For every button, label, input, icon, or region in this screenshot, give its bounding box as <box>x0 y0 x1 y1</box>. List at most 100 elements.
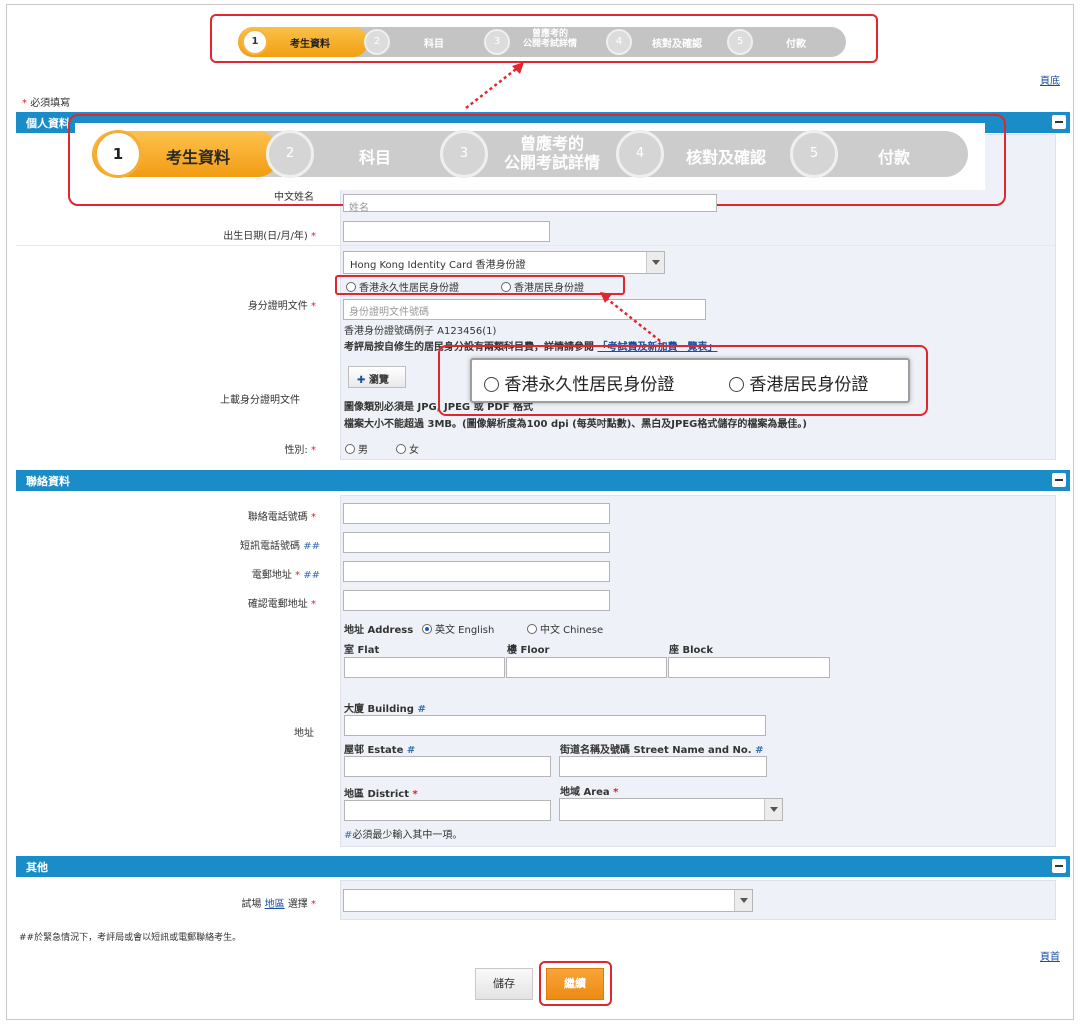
collapse-other-icon[interactable] <box>1052 859 1066 873</box>
small-step-2-label: 科目 <box>424 39 444 50</box>
phone-label-text: 聯絡電話號碼 <box>247 512 308 523</box>
section-other-header: 其他 <box>16 856 1070 877</box>
estate-label: 屋邨 Estate # <box>344 741 415 756</box>
street-hash-marker: # <box>755 745 764 756</box>
address-label: 地址 <box>294 728 314 739</box>
connector-arrow-radio <box>600 292 665 345</box>
small-step-5-label: 付款 <box>786 39 806 50</box>
district-input[interactable] <box>344 800 551 821</box>
gender-female-radio[interactable]: 女 <box>396 441 419 456</box>
building-label: 大廈 Building # <box>344 700 426 715</box>
bottom-of-page-link[interactable]: 頁底 <box>1040 72 1060 87</box>
zoomed-radio-highlight <box>438 345 928 416</box>
small-step-1-label: 考生資料 <box>290 39 330 50</box>
email-confirm-label: 確認電郵地址 * <box>210 595 316 610</box>
id-type-select[interactable]: Hong Kong Identity Card 香港身份證 <box>343 251 665 274</box>
small-step-3-line1: 曾應考的 <box>532 29 569 39</box>
email-confirm-input[interactable] <box>343 590 610 611</box>
area-required-star: * <box>613 787 619 798</box>
gender-female-label: 女 <box>409 445 419 456</box>
radio-permanent-resident[interactable]: 香港永久性居民身份證 <box>346 279 459 294</box>
block-label: 座 Block <box>669 645 713 656</box>
address-lang-zh-label: 中文 Chinese <box>540 625 604 636</box>
dob-required-star: * <box>311 231 316 242</box>
email-confirm-required-star: * <box>311 599 316 610</box>
gender-label-text: 性別: <box>284 445 308 456</box>
venue-district-link[interactable]: 地區 <box>265 899 285 910</box>
area-select[interactable] <box>559 798 783 821</box>
required-note: * 必須填寫 <box>22 94 70 109</box>
street-label: 街道名稱及號碼 Street Name and No. # <box>560 741 763 756</box>
area-label-text: 地域 Area <box>560 787 610 798</box>
gender-female-circle[interactable] <box>396 444 406 454</box>
floor-input[interactable] <box>506 657 667 678</box>
district-required-star: * <box>412 789 418 800</box>
chinese-name-input[interactable]: 姓名 <box>343 194 717 214</box>
emergency-footnote: ##於緊急情況下，考評局或會以短訊或電郵聯絡考生。 <box>19 933 242 943</box>
street-label-text: 街道名稱及號碼 Street Name and No. <box>560 745 752 756</box>
flat-input[interactable] <box>344 657 505 678</box>
address-must-one-note: #必須最少輸入其中一項。 <box>344 826 462 841</box>
section-contact-header: 聯絡資料 <box>16 470 1070 491</box>
small-step-4-number: 4 <box>606 29 632 55</box>
district-label-text: 地區 District <box>344 789 410 800</box>
radio-permanent-circle[interactable] <box>346 282 356 292</box>
small-step-1-number: 1 <box>242 29 268 55</box>
section-contact-title: 聯絡資料 <box>26 475 70 488</box>
radio-resident-circle[interactable] <box>501 282 511 292</box>
sms-label: 短訊電話號碼 ## <box>210 537 320 552</box>
gender-male-label: 男 <box>358 445 368 456</box>
radio-resident[interactable]: 香港居民身份證 <box>501 279 584 294</box>
dob-input[interactable] <box>343 221 550 242</box>
browse-button[interactable]: ✚ 瀏覽 <box>348 366 406 388</box>
email-input[interactable] <box>343 561 610 582</box>
upload-id-label: 上載身分證明文件 <box>220 395 300 406</box>
top-of-page-link[interactable]: 頁首 <box>1040 948 1060 963</box>
address-lang-en-radio[interactable]: 英文 English <box>422 621 494 636</box>
sms-label-text: 短訊電話號碼 <box>240 541 301 552</box>
phone-input[interactable] <box>343 503 610 524</box>
save-button-label: 儲存 <box>493 977 515 990</box>
address-lang-zh-circle[interactable] <box>527 624 537 634</box>
section-personal-title: 個人資料 <box>26 117 70 130</box>
street-input[interactable] <box>559 756 767 777</box>
email-confirm-label-text: 確認電郵地址 <box>247 599 308 610</box>
id-doc-label-text: 身分證明文件 <box>247 301 308 312</box>
flat-label: 室 Flat <box>344 645 380 656</box>
plus-icon: ✚ <box>357 375 366 386</box>
building-input[interactable] <box>344 715 766 736</box>
zoomed-stepper-highlight <box>68 114 1006 206</box>
address-lang-label: 地址 Address <box>344 625 414 636</box>
sms-input[interactable] <box>343 532 610 553</box>
email-required-star: * <box>295 570 301 581</box>
email-label: 電郵地址 * ## <box>200 566 320 581</box>
collapse-contact-icon[interactable] <box>1052 473 1066 487</box>
gender-required-star: * <box>311 445 316 456</box>
collapse-personal-icon[interactable] <box>1052 115 1066 129</box>
floor-label: 樓 Floor <box>507 645 550 656</box>
estate-input[interactable] <box>344 756 551 777</box>
upload-size-note: 檔案大小不能超過 3MB。(圖像解析度為100 dpi (每英吋點數)、黑白及J… <box>344 419 807 430</box>
section-other-title: 其他 <box>26 861 48 874</box>
email-hash-marker: ## <box>303 570 320 581</box>
save-button[interactable]: 儲存 <box>475 968 533 1000</box>
row-divider <box>16 245 1056 246</box>
gender-label: 性別: * <box>260 441 316 456</box>
required-star: * <box>22 98 31 109</box>
small-step-3-line2: 公開考試詳情 <box>523 39 578 49</box>
building-hash-marker: # <box>417 704 426 715</box>
connector-arrow-top <box>465 62 524 109</box>
block-input[interactable] <box>668 657 830 678</box>
id-type-value: Hong Kong Identity Card 香港身份證 <box>350 260 526 271</box>
small-step-5-number: 5 <box>727 29 753 55</box>
gender-male-circle[interactable] <box>345 444 355 454</box>
address-lang-en-circle[interactable] <box>422 624 432 634</box>
radio-permanent-label: 香港永久性居民身份證 <box>359 283 459 294</box>
venue-select[interactable] <box>343 889 753 912</box>
gender-male-radio[interactable]: 男 <box>345 441 368 456</box>
area-dropdown-icon <box>764 799 782 820</box>
dob-label-text: 出生日期(日/月/年) <box>223 231 308 242</box>
address-lang-zh-radio[interactable]: 中文 Chinese <box>527 621 603 636</box>
id-doc-required-star: * <box>311 301 316 312</box>
estate-hash-marker: # <box>406 745 416 756</box>
